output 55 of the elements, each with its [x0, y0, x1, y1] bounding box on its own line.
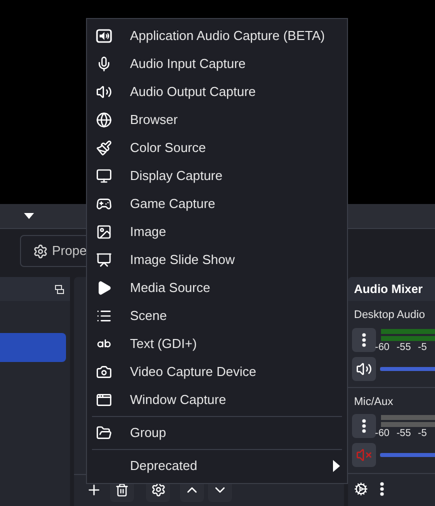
- menu-item[interactable]: Game Capture: [87, 190, 347, 218]
- undock-icon[interactable]: [55, 284, 64, 294]
- settings-icon: [150, 482, 166, 497]
- camera-icon: [96, 364, 112, 380]
- menu-item[interactable]: Video Capture Device: [87, 358, 347, 386]
- monitor-icon: [96, 168, 112, 184]
- channel-menu-button[interactable]: [352, 414, 376, 438]
- dots-icon: [362, 419, 366, 433]
- menu-item[interactable]: Window Capture: [87, 386, 347, 414]
- meter-tick-label: -5: [418, 342, 427, 352]
- menu-item[interactable]: Media Source: [87, 274, 347, 302]
- meter-tick-label: -5: [418, 429, 427, 439]
- muted-speaker-icon: [356, 447, 372, 463]
- menu-item[interactable]: Scene: [87, 302, 347, 330]
- dots-icon[interactable]: [380, 482, 384, 496]
- menu-item[interactable]: Display Capture: [87, 162, 347, 190]
- dots-icon: [362, 332, 366, 346]
- speaker-window-icon: [96, 28, 112, 44]
- meter-tick-label: -55: [396, 429, 411, 439]
- list-icon: [96, 308, 112, 324]
- trash-icon: [115, 482, 129, 496]
- submenu-item[interactable]: Deprecated: [87, 452, 347, 480]
- menu-item[interactable]: Browser: [87, 106, 347, 134]
- panel-title: Audio Mixer: [348, 277, 435, 301]
- channel-name: Desktop Audio: [353, 308, 426, 323]
- menu-item[interactable]: Text (GDI+): [87, 330, 347, 358]
- slideshow-icon: [96, 252, 112, 268]
- gamepad-icon: [96, 196, 112, 212]
- mute-button[interactable]: [352, 356, 376, 380]
- dropdown-caret-icon[interactable]: [24, 213, 34, 220]
- folder-icon: [96, 425, 112, 441]
- channel-name: Mic/Aux: [353, 394, 394, 410]
- meter-tick-label: -60: [375, 342, 390, 352]
- cog-icon[interactable]: [354, 482, 368, 496]
- gear-icon: [33, 244, 48, 259]
- meter-tick-label: -55: [396, 342, 411, 352]
- menu-item[interactable]: Application Audio Capture (BETA): [87, 22, 347, 50]
- menu-item[interactable]: Color Source: [87, 134, 347, 162]
- speaker-icon: [356, 360, 372, 376]
- play-icon: [96, 280, 112, 296]
- speaker-icon: [96, 84, 112, 100]
- plus-icon: [86, 482, 102, 498]
- globe-icon: [96, 112, 112, 128]
- volume-slider[interactable]: [380, 453, 435, 457]
- paintbrush-icon: [96, 140, 112, 156]
- menu-item[interactable]: Audio Output Capture: [87, 78, 347, 106]
- menu-item[interactable]: Group: [87, 419, 347, 447]
- microphone-icon: [96, 56, 112, 72]
- channel-menu-button[interactable]: [352, 328, 376, 352]
- window-icon: [96, 392, 112, 408]
- submenu-arrow-icon: [333, 460, 340, 472]
- menu-item[interactable]: Audio Input Capture: [87, 50, 347, 78]
- volume-slider[interactable]: [380, 366, 435, 370]
- meter-tick-label: -60: [375, 429, 390, 439]
- image-icon: [96, 224, 112, 240]
